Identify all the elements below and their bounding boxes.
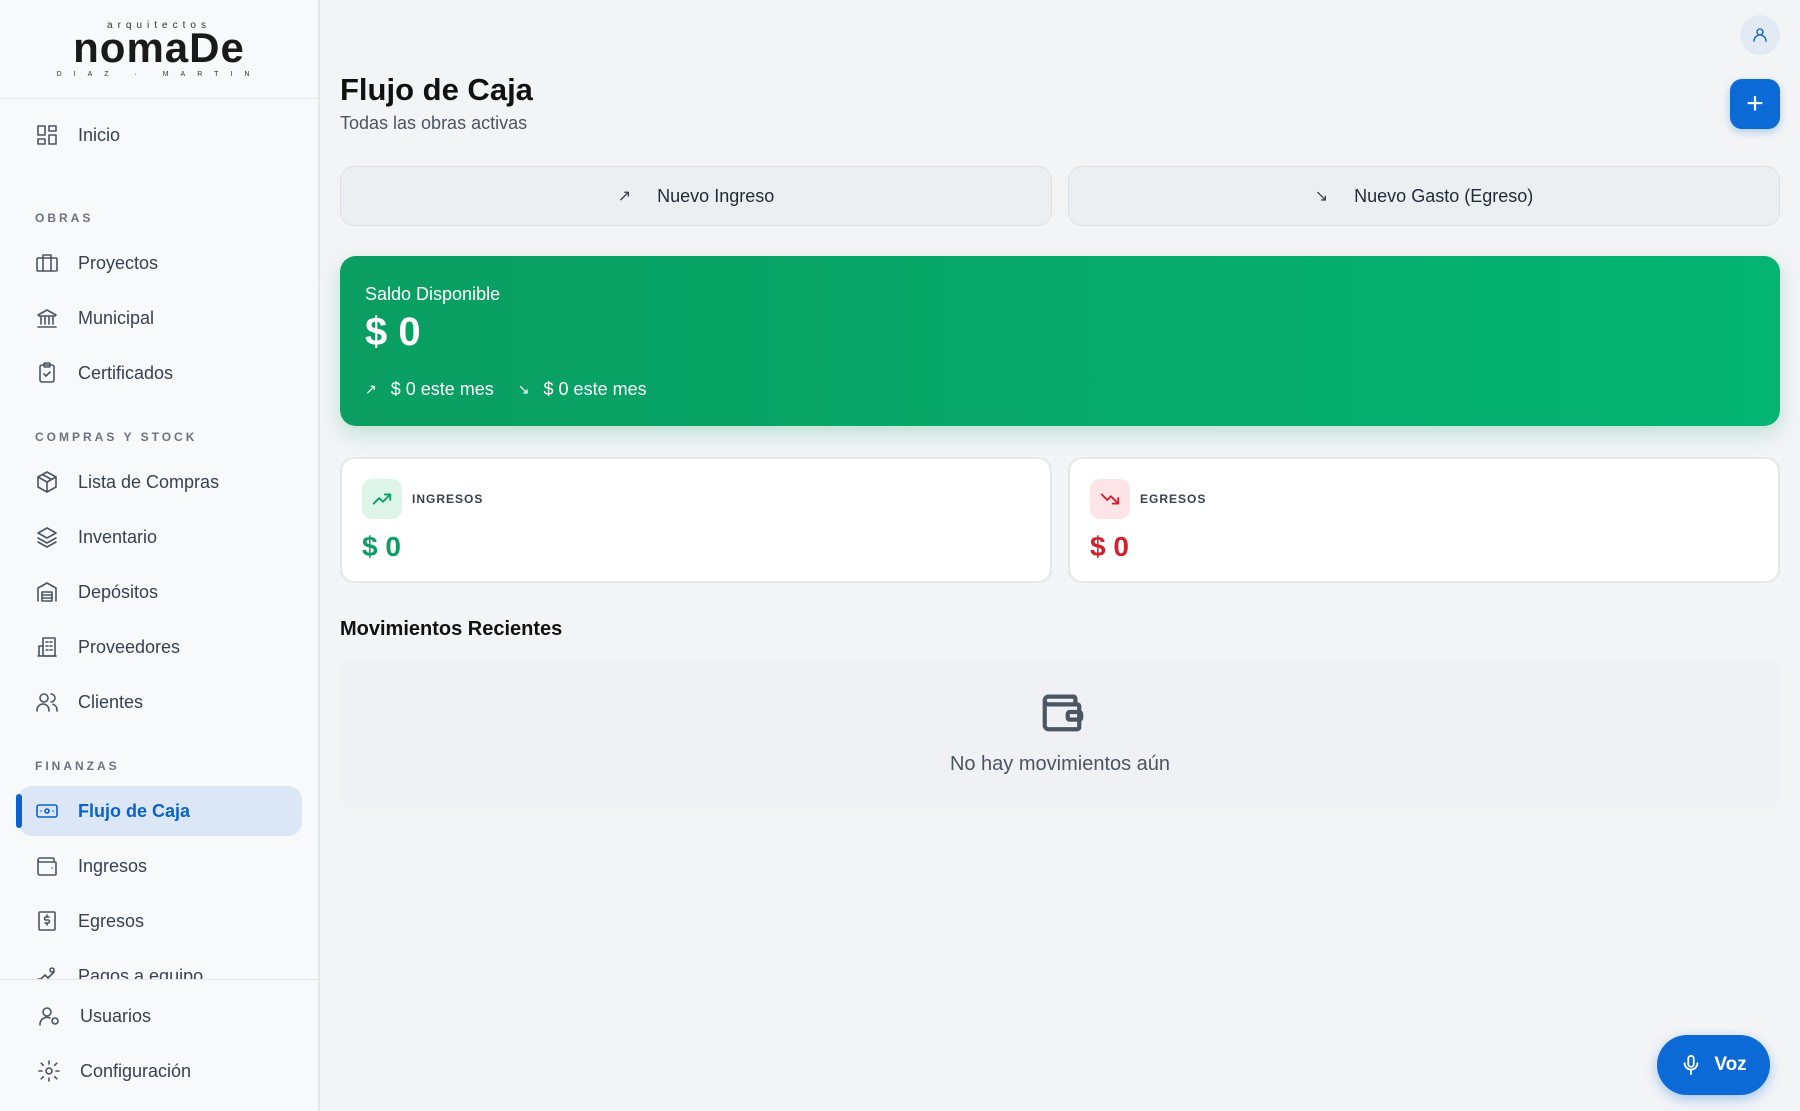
sidebar-item-label: Lista de Compras xyxy=(78,471,220,492)
section-label-obras: OBRAS xyxy=(35,211,94,225)
add-button[interactable]: + xyxy=(1730,79,1780,129)
balance-card: Saldo Disponible $ 0 ↗ $ 0 este mes ↘ $ … xyxy=(340,256,1780,426)
sidebar-item-label: Depósitos xyxy=(78,581,159,602)
layers-icon xyxy=(34,524,60,550)
trending-up-icon xyxy=(362,479,402,519)
page-subtitle: Todas las obras activas xyxy=(340,113,528,133)
sidebar-item-usuarios[interactable]: Usuarios xyxy=(20,991,304,1041)
main-content: Flujo de Caja Todas las obras activas + … xyxy=(320,0,1800,1111)
trending-down-icon xyxy=(1090,479,1130,519)
new-income-label: Nuevo Ingreso xyxy=(657,185,775,206)
sidebar-item-label: Proveedores xyxy=(78,636,181,657)
sidebar-item-label: Municipal xyxy=(78,307,155,328)
sidebar-item-label: Clientes xyxy=(78,691,144,712)
balance-value: $ 0 xyxy=(365,310,421,354)
hand-coins-icon xyxy=(34,963,60,979)
monthly-income-value: $ 0 este mes xyxy=(390,379,494,399)
sidebar-item-egresos[interactable]: Egresos xyxy=(18,896,302,946)
voice-button-label: Voz xyxy=(1714,1054,1747,1075)
sidebar-item-label: Inventario xyxy=(78,526,158,547)
sidebar-item-depositos[interactable]: Depósitos xyxy=(18,567,302,617)
sidebar-item-label: Inicio xyxy=(78,124,121,145)
section-label-finanzas: FINANZAS xyxy=(35,759,120,773)
sidebar: arquitectos nomaDe DIAZ · MARTIN Inicio … xyxy=(0,0,320,1111)
logo-subtitle: DIAZ · MARTIN xyxy=(56,71,262,78)
user-icon xyxy=(1753,28,1767,42)
expense-value: $ 0 xyxy=(1090,531,1129,562)
warehouse-icon xyxy=(34,579,60,605)
clipboard-check-icon xyxy=(34,360,60,386)
arrow-down-right-icon: ↘ xyxy=(1314,188,1329,205)
balance-label: Saldo Disponible xyxy=(365,284,501,304)
sidebar-item-pagos-equipo[interactable]: Pagos a equipo xyxy=(18,951,302,979)
sidebar-item-label: Egresos xyxy=(78,910,145,931)
sidebar-item-label: Usuarios xyxy=(80,1005,152,1026)
sidebar-item-label: Configuración xyxy=(80,1060,192,1081)
sidebar-item-label: Flujo de Caja xyxy=(78,800,191,821)
arrow-up-right-icon: ↗ xyxy=(617,188,632,205)
package-icon xyxy=(34,469,60,495)
sidebar-item-lista-compras[interactable]: Lista de Compras xyxy=(18,457,302,507)
receipt-icon xyxy=(34,908,60,934)
sidebar-nav: Inicio OBRAS Proyectos Municipal Certifi… xyxy=(0,99,318,979)
users-icon xyxy=(34,689,60,715)
new-expense-button[interactable]: ↘ Nuevo Gasto (Egreso) xyxy=(1068,166,1780,226)
monthly-expense-value: $ 0 este mes xyxy=(543,379,647,399)
dashboard-icon xyxy=(34,122,60,148)
sidebar-item-inicio[interactable]: Inicio xyxy=(18,110,302,160)
new-income-button[interactable]: ↗ Nuevo Ingreso xyxy=(340,166,1052,226)
sidebar-item-certificados[interactable]: Certificados xyxy=(18,348,302,398)
sidebar-item-configuracion[interactable]: Configuración xyxy=(20,1046,304,1096)
recent-movements-title: Movimientos Recientes xyxy=(340,618,563,640)
voice-button[interactable]: Voz xyxy=(1657,1035,1770,1095)
page-title: Flujo de Caja xyxy=(340,72,533,107)
logo-wordmark: nomaDe xyxy=(73,24,245,71)
empty-state: No hay movimientos aún xyxy=(340,659,1780,809)
wallet-icon xyxy=(1039,689,1085,735)
sidebar-item-label: Ingresos xyxy=(78,855,148,876)
sidebar-item-label: Certificados xyxy=(78,362,174,383)
section-label-compras: COMPRAS Y STOCK xyxy=(35,430,198,444)
expense-label: EGRESOS xyxy=(1140,492,1207,506)
user-avatar-button[interactable] xyxy=(1740,15,1780,55)
monthly-income-stat: ↗ $ 0 este mes xyxy=(365,379,494,400)
monthly-expense-stat: ↘ $ 0 este mes xyxy=(518,379,647,400)
briefcase-icon xyxy=(34,250,60,276)
sidebar-item-flujo-caja[interactable]: Flujo de Caja xyxy=(16,786,302,836)
sidebar-item-label: Pagos a equipo xyxy=(78,965,204,980)
sidebar-item-proveedores[interactable]: Proveedores xyxy=(18,622,302,672)
income-label: INGRESOS xyxy=(412,492,484,506)
arrow-up-right-icon: ↗ xyxy=(365,381,377,397)
microphone-icon xyxy=(1683,1054,1699,1076)
sidebar-item-municipal[interactable]: Municipal xyxy=(18,293,302,343)
building-icon xyxy=(34,634,60,660)
balance-stats: ↗ $ 0 este mes ↘ $ 0 este mes xyxy=(365,379,671,400)
sidebar-item-ingresos[interactable]: Ingresos xyxy=(18,841,302,891)
income-value: $ 0 xyxy=(362,531,401,562)
new-expense-label: Nuevo Gasto (Egreso) xyxy=(1354,185,1534,206)
sidebar-footer: Usuarios Configuración xyxy=(0,979,318,1111)
sidebar-item-inventario[interactable]: Inventario xyxy=(18,512,302,562)
bank-icon xyxy=(34,305,60,331)
empty-state-text: No hay movimientos aún xyxy=(949,753,1171,775)
user-cog-icon xyxy=(36,1003,62,1029)
wallet-icon xyxy=(34,853,60,879)
sidebar-item-proyectos[interactable]: Proyectos xyxy=(18,238,302,288)
gear-icon xyxy=(36,1058,62,1084)
sidebar-item-label: Proyectos xyxy=(78,252,159,273)
arrow-down-right-icon: ↘ xyxy=(517,381,530,397)
banknote-icon xyxy=(34,798,60,824)
logo[interactable]: arquitectos nomaDe DIAZ · MARTIN xyxy=(0,0,318,99)
income-summary-card: INGRESOS $ 0 xyxy=(340,457,1052,583)
sidebar-item-clientes[interactable]: Clientes xyxy=(18,677,302,727)
expense-summary-card: EGRESOS $ 0 xyxy=(1068,457,1780,583)
